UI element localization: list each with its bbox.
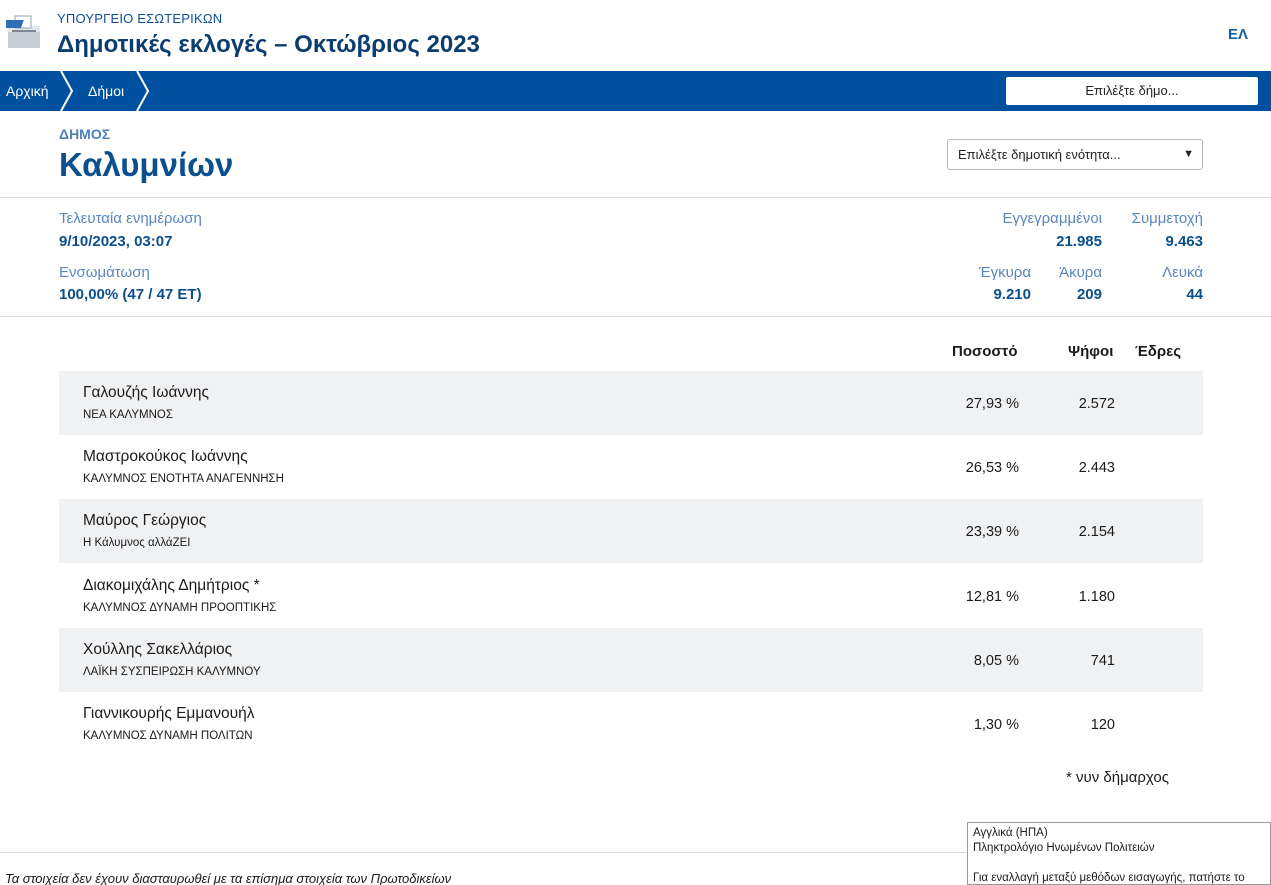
- valid-label: Έγκυρα: [978, 264, 1031, 281]
- language-switch[interactable]: ΕΛ: [1228, 26, 1248, 43]
- candidate-party: ΚΑΛΥΜΝΟΣ ΔΥΝΑΜΗ ΠΡΟΟΠΤΙΚΗΣ: [83, 602, 277, 614]
- candidate-votes: 120: [1090, 717, 1115, 733]
- candidate-votes: 2.443: [1078, 460, 1115, 476]
- candidate-percent: 8,05 %: [973, 653, 1019, 669]
- disclaimer-text: Τα στοιχεία δεν έχουν διασταυρωθεί με τα…: [5, 871, 452, 885]
- candidate-votes: 2.572: [1078, 396, 1115, 412]
- ime-language: Αγγλικά (ΗΠΑ): [973, 827, 1048, 839]
- candidate-name: Μαύρος Γεώργιος: [83, 512, 207, 529]
- candidate-percent: 26,53 %: [965, 460, 1019, 476]
- candidate-percent: 23,39 %: [965, 524, 1019, 540]
- candidate-votes: 2.154: [1078, 524, 1115, 540]
- candidate-party: ΛΑΪΚΗ ΣΥΣΠΕΙΡΩΣΗ ΚΑΛΥΜΝΟΥ: [83, 666, 261, 678]
- breadcrumb-municipalities[interactable]: Δήμοι: [88, 71, 124, 111]
- divider: [0, 316, 1271, 317]
- table-row: Μαύρος Γεώργιος Η Κάλυμνος αλλάΖΕΙ 23,39…: [59, 499, 1203, 563]
- municipal-unit-select[interactable]: Επιλέξτε δημοτική ενότητα... ▼: [947, 139, 1203, 170]
- turnout-value: 9.463: [1165, 233, 1203, 250]
- breadcrumb-home[interactable]: Αρχική: [6, 71, 49, 111]
- table-row: Διακομιχάλης Δημήτριος * ΚΑΛΥΜΝΟΣ ΔΥΝΑΜΗ…: [59, 564, 1203, 628]
- candidate-party: ΚΑΛΥΜΝΟΣ ΕΝΟΤΗΤΑ ΑΝΑΓΕΝΝΗΣΗ: [83, 473, 284, 485]
- site-header: ΥΠΟΥΡΓΕΙΟ ΕΣΩΤΕΡΙΚΩΝ Δημοτικές εκλογές –…: [0, 0, 1271, 71]
- candidate-votes: 1.180: [1078, 589, 1115, 605]
- chevron-down-icon: ▼: [1183, 148, 1194, 160]
- column-header-percent: Ποσοστό: [952, 343, 1018, 360]
- turnout-label: Συμμετοχή: [1131, 210, 1203, 227]
- ballot-box-icon[interactable]: [6, 14, 42, 50]
- candidate-name: Γαλουζής Ιωάννης: [83, 384, 210, 401]
- integration-label: Ενσωμάτωση: [59, 264, 150, 281]
- municipality-select[interactable]: Επιλέξτε δήμο...: [1006, 77, 1258, 105]
- integration-value: 100,00% (47 / 47 ΕΤ): [59, 286, 202, 303]
- blank-value: 44: [1186, 286, 1203, 303]
- candidate-party: Η Κάλυμνος αλλάΖΕΙ: [83, 537, 191, 549]
- municipal-unit-select-label: Επιλέξτε δημοτική ενότητα...: [958, 147, 1121, 162]
- column-header-votes: Ψήφοι: [1068, 343, 1114, 360]
- candidate-name: Χούλλης Σακελλάριος: [83, 641, 233, 658]
- table-row: Χούλλης Σακελλάριος ΛΑΪΚΗ ΣΥΣΠΕΙΡΩΣΗ ΚΑΛ…: [59, 628, 1203, 692]
- valid-value: 9.210: [993, 286, 1031, 303]
- registered-label: Εγγεγραμμένοι: [1002, 210, 1102, 227]
- table-row: Μαστροκούκος Ιωάννης ΚΑΛΥΜΝΟΣ ΕΝΟΤΗΤΑ ΑΝ…: [59, 435, 1203, 499]
- ime-hint: Για εναλλαγή μεταξύ μεθόδων εισαγωγής, π…: [973, 872, 1245, 884]
- candidate-name: Μαστροκούκος Ιωάννης: [83, 448, 248, 465]
- candidate-votes: 741: [1090, 653, 1115, 669]
- site-title[interactable]: Δημοτικές εκλογές – Οκτώβριος 2023: [57, 31, 480, 59]
- candidate-party: ΚΑΛΥΜΝΟΣ ΔΥΝΑΜΗ ΠΟΛΙΤΩΝ: [83, 730, 253, 742]
- candidate-party: ΝΕΑ ΚΑΛΥΜΝΟΣ: [83, 409, 173, 421]
- last-update-value: 9/10/2023, 03:07: [59, 233, 173, 250]
- candidate-name: Διακομιχάλης Δημήτριος *: [83, 577, 260, 594]
- municipality-label: ΔΗΜΟΣ: [59, 126, 111, 142]
- chevron-right-icon: [60, 71, 74, 111]
- table-row: Γιαννικουρής Εμμανουήλ ΚΑΛΥΜΝΟΣ ΔΥΝΑΜΗ Π…: [59, 692, 1203, 756]
- candidate-percent: 12,81 %: [965, 589, 1019, 605]
- municipality-name: Καλυμνίων: [59, 146, 234, 183]
- blank-label: Λευκά: [1162, 264, 1203, 281]
- ime-keyboard: Πληκτρολόγιο Ηνωμένων Πολιτειών: [973, 842, 1155, 854]
- table-row: Γαλουζής Ιωάννης ΝΕΑ ΚΑΛΥΜΝΟΣ 27,93 % 2.…: [59, 371, 1203, 435]
- mayor-footnote: * νυν δήμαρχος: [1066, 769, 1169, 786]
- nav-bar: Αρχική Δήμοι Επιλέξτε δήμο...: [0, 71, 1271, 111]
- ministry-name: ΥΠΟΥΡΓΕΙΟ ΕΣΩΤΕΡΙΚΩΝ: [57, 11, 223, 26]
- candidate-percent: 1,30 %: [973, 717, 1019, 733]
- chevron-right-icon: [136, 71, 150, 111]
- candidate-percent: 27,93 %: [965, 396, 1019, 412]
- input-method-tooltip: Αγγλικά (ΗΠΑ) Πληκτρολόγιο Ηνωμένων Πολι…: [967, 822, 1271, 885]
- divider: [0, 197, 1271, 198]
- column-header-seats: Έδρες: [1135, 343, 1182, 360]
- invalid-label: Άκυρα: [1059, 264, 1102, 281]
- divider: [0, 852, 966, 853]
- invalid-value: 209: [1076, 286, 1102, 303]
- last-update-label: Τελευταία ενημέρωση: [59, 210, 202, 227]
- candidate-name: Γιαννικουρής Εμμανουήλ: [83, 705, 255, 722]
- registered-value: 21.985: [1056, 233, 1102, 250]
